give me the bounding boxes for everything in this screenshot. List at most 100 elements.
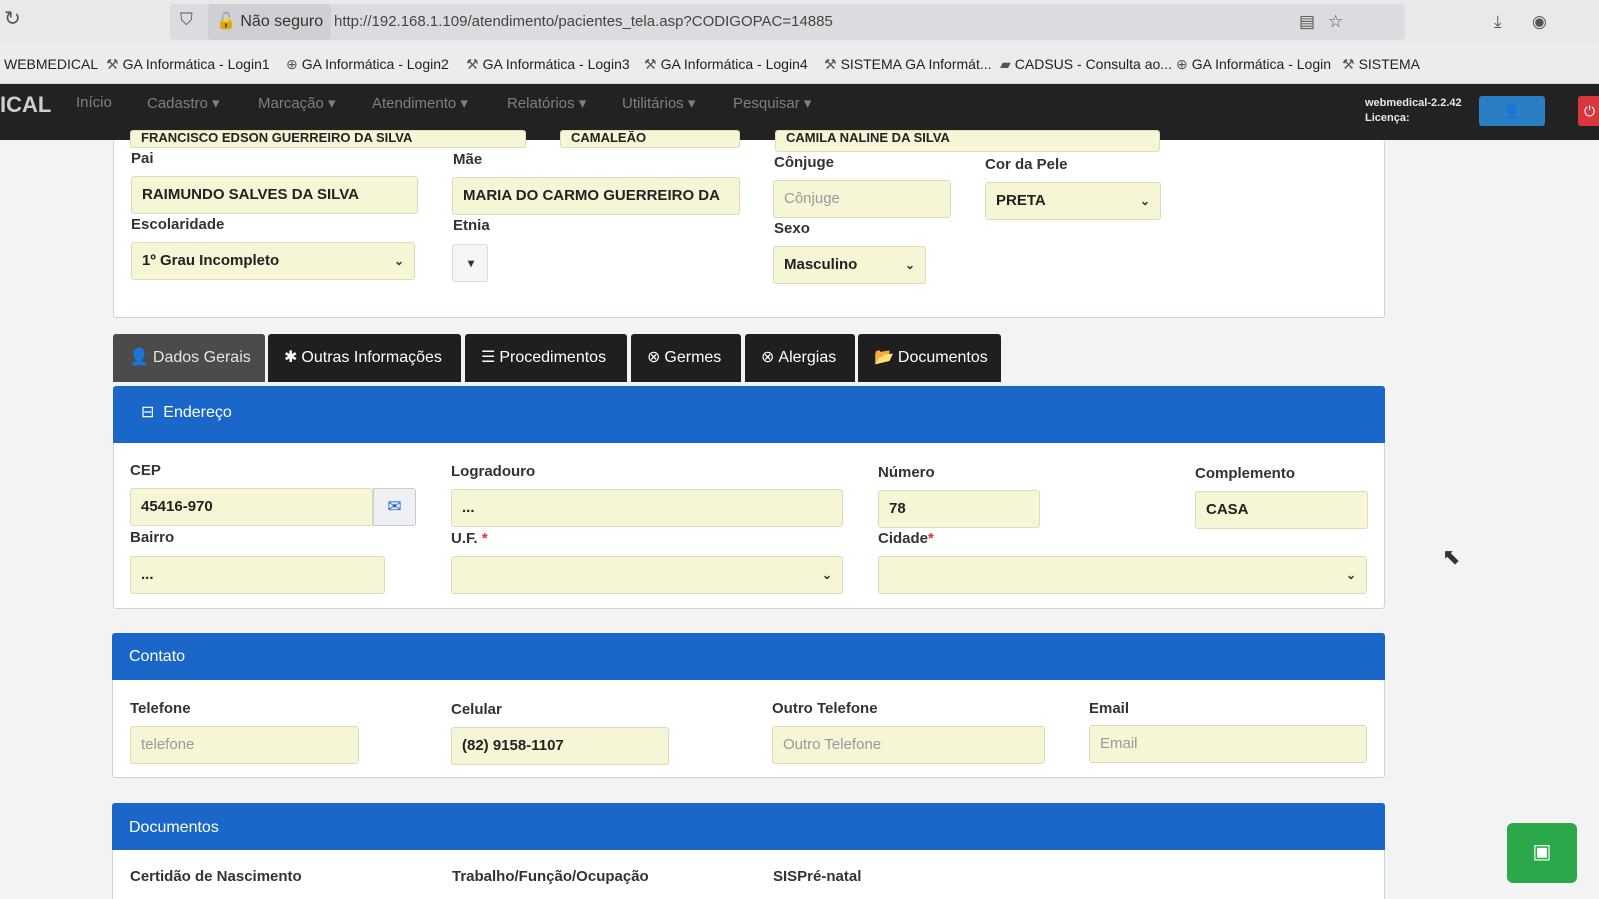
download-icon[interactable]: ⤓ — [1494, 12, 1502, 32]
escolaridade-label: Escolaridade — [131, 216, 225, 233]
pai-field[interactable]: RAIMUNDO SALVES DA SILVA — [131, 176, 418, 214]
url-text[interactable]: http://192.168.1.109/atendimento/pacient… — [334, 13, 833, 30]
version-text: webmedical-2.2.42 — [1365, 97, 1462, 109]
tab-outras-informacoes[interactable]: ✱ Outras Informações — [268, 334, 461, 382]
bookmark-item[interactable]: ⚒ SISTEMA GA Informát... — [824, 56, 992, 73]
sexo-select[interactable]: Masculino ⌄ — [773, 246, 926, 284]
save-icon: ▣ — [1532, 841, 1552, 863]
endereco-header: ⊟ Endereço — [113, 386, 1385, 443]
partial-field[interactable]: FRANCISCO EDSON GUERREIRO DA SILVA — [130, 130, 526, 148]
contato-title: Contato — [129, 648, 186, 665]
documentos-title: Documentos — [129, 819, 219, 836]
logradouro-label: Logradouro — [451, 463, 536, 480]
shield-icon[interactable]: ⛉ — [180, 10, 193, 30]
reload-icon[interactable]: ↻ — [4, 6, 21, 31]
partial-field[interactable]: CAMILA NALINE DA SILVA — [775, 130, 1160, 152]
etnia-select[interactable]: ▾ — [452, 244, 488, 282]
card-icon: ▰ — [1000, 56, 1011, 72]
cor-pele-label: Cor da Pele — [985, 156, 1068, 173]
tool-icon: ⚒ — [824, 56, 837, 72]
reader-view-icon[interactable]: ▤ — [1299, 12, 1315, 32]
complemento-field[interactable]: CASA — [1195, 491, 1368, 529]
nav-item-relatorios[interactable]: Relatórios ▾ — [507, 94, 586, 112]
logout-button[interactable]: ⏻ — [1578, 96, 1599, 126]
tab-dados-gerais[interactable]: 👤 Dados Gerais — [113, 334, 265, 382]
tool-icon: ⚒ — [106, 56, 119, 72]
outro-telefone-label: Outro Telefone — [772, 700, 878, 717]
tool-icon: ⚒ — [644, 56, 657, 72]
nav-item-cadastro[interactable]: Cadastro ▾ — [147, 94, 220, 112]
certidao-label: Certidão de Nascimento — [130, 868, 302, 885]
cidade-select[interactable]: ⌄ — [878, 556, 1367, 594]
sexo-value: Masculino — [784, 256, 858, 273]
license-text: Licença: — [1365, 112, 1410, 124]
save-button[interactable]: ▣ — [1507, 823, 1577, 883]
nav-item-inicio[interactable]: Início — [76, 94, 112, 111]
celular-label: Celular — [451, 701, 502, 718]
bookmark-item[interactable]: ⚒ GA Informática - Login4 — [644, 56, 808, 73]
telefone-field[interactable]: telefone — [130, 726, 359, 764]
cep-field[interactable]: 45416-970 — [130, 488, 373, 526]
chevron-down-icon: ⌄ — [1345, 568, 1356, 582]
tab-procedimentos[interactable]: ☰ Procedimentos — [465, 334, 627, 382]
mae-label: Mãe — [453, 151, 483, 168]
documentos-header: Documentos — [112, 803, 1385, 850]
numero-label: Número — [878, 464, 935, 481]
tool-icon: ⚒ — [466, 56, 479, 72]
bairro-label: Bairro — [130, 529, 175, 546]
partial-field[interactable]: CAMALEÃO — [560, 130, 740, 148]
outro-telefone-field[interactable]: Outro Telefone — [772, 726, 1045, 764]
globe-icon: ⊕ — [286, 56, 298, 72]
envelope-icon: ✉ — [387, 497, 402, 516]
security-indicator[interactable]: 🔓 Não seguro — [208, 4, 332, 40]
logradouro-field[interactable]: ... — [451, 489, 843, 527]
nav-item-utilitarios[interactable]: Utilitários ▾ — [622, 94, 695, 112]
bookmark-item[interactable]: ⊕ GA Informática - Login — [1176, 56, 1331, 73]
uf-select[interactable]: ⌄ — [451, 556, 843, 594]
bairro-field[interactable]: ... — [130, 556, 385, 594]
numero-field[interactable]: 78 — [878, 490, 1040, 528]
chevron-down-icon: ⌄ — [904, 258, 915, 272]
email-label: Email — [1089, 700, 1130, 717]
sexo-label: Sexo — [774, 220, 810, 237]
folder-icon: 📂 — [874, 349, 894, 366]
bookmark-item[interactable]: ⚒ GA Informática - Login3 — [466, 56, 630, 73]
asterisk-icon: ✱ — [284, 349, 298, 366]
cidade-label: Cidade* — [878, 530, 934, 547]
escolaridade-value: 1º Grau Incompleto — [142, 252, 280, 269]
etnia-label: Etnia — [453, 217, 490, 234]
chevron-down-icon: ⌄ — [821, 568, 832, 582]
bookmark-star-icon[interactable]: ☆ — [1328, 12, 1343, 32]
bookmark-item[interactable]: ⚒ SISTEMA — [1342, 56, 1420, 73]
app-brand[interactable]: ICAL — [0, 92, 51, 118]
escolaridade-select[interactable]: 1º Grau Incompleto ⌄ — [131, 242, 415, 280]
tab-alergias[interactable]: ⊗ Alergias — [745, 334, 855, 382]
collapse-icon[interactable]: ⊟ — [141, 404, 154, 421]
bookmark-item[interactable]: ▰ CADSUS - Consulta ao... — [1000, 56, 1172, 73]
tab-documentos[interactable]: 📂 Documentos — [858, 334, 1001, 382]
personal-info-panel — [113, 140, 1385, 318]
tool-icon: ⚒ — [1342, 56, 1355, 72]
list-icon: ☰ — [481, 349, 496, 366]
cep-search-button[interactable]: ✉ — [373, 488, 416, 526]
conjuge-field[interactable]: Cônjuge — [773, 180, 951, 218]
account-icon[interactable]: ◉ — [1532, 12, 1547, 32]
bookmark-item[interactable]: ⚒ GA Informática - Login1 — [106, 56, 270, 73]
cor-pele-select[interactable]: PRETA ⌄ — [985, 182, 1161, 220]
nav-item-pesquisar[interactable]: Pesquisar ▾ — [733, 94, 811, 112]
bookmark-item[interactable]: WEBMEDICAL — [4, 56, 98, 72]
nav-item-atendimento[interactable]: Atendimento ▾ — [372, 94, 468, 112]
contato-header: Contato — [112, 633, 1385, 680]
celular-field[interactable]: (82) 9158-1107 — [451, 727, 669, 765]
nav-item-marcacao[interactable]: Marcação ▾ — [258, 94, 336, 112]
conjuge-label: Cônjuge — [774, 154, 834, 171]
cep-label: CEP — [130, 462, 161, 479]
email-field[interactable]: Email — [1089, 725, 1367, 763]
uf-label: U.F. * — [451, 530, 488, 547]
endereco-title: Endereço — [163, 404, 232, 421]
mae-field[interactable]: MARIA DO CARMO GUERREIRO DA — [452, 177, 740, 215]
user-button[interactable]: 👤 — [1479, 96, 1545, 126]
tab-germes[interactable]: ⊗ Germes — [631, 334, 741, 382]
security-label: Não seguro — [240, 13, 324, 30]
bookmark-item[interactable]: ⊕ GA Informática - Login2 — [286, 56, 449, 73]
